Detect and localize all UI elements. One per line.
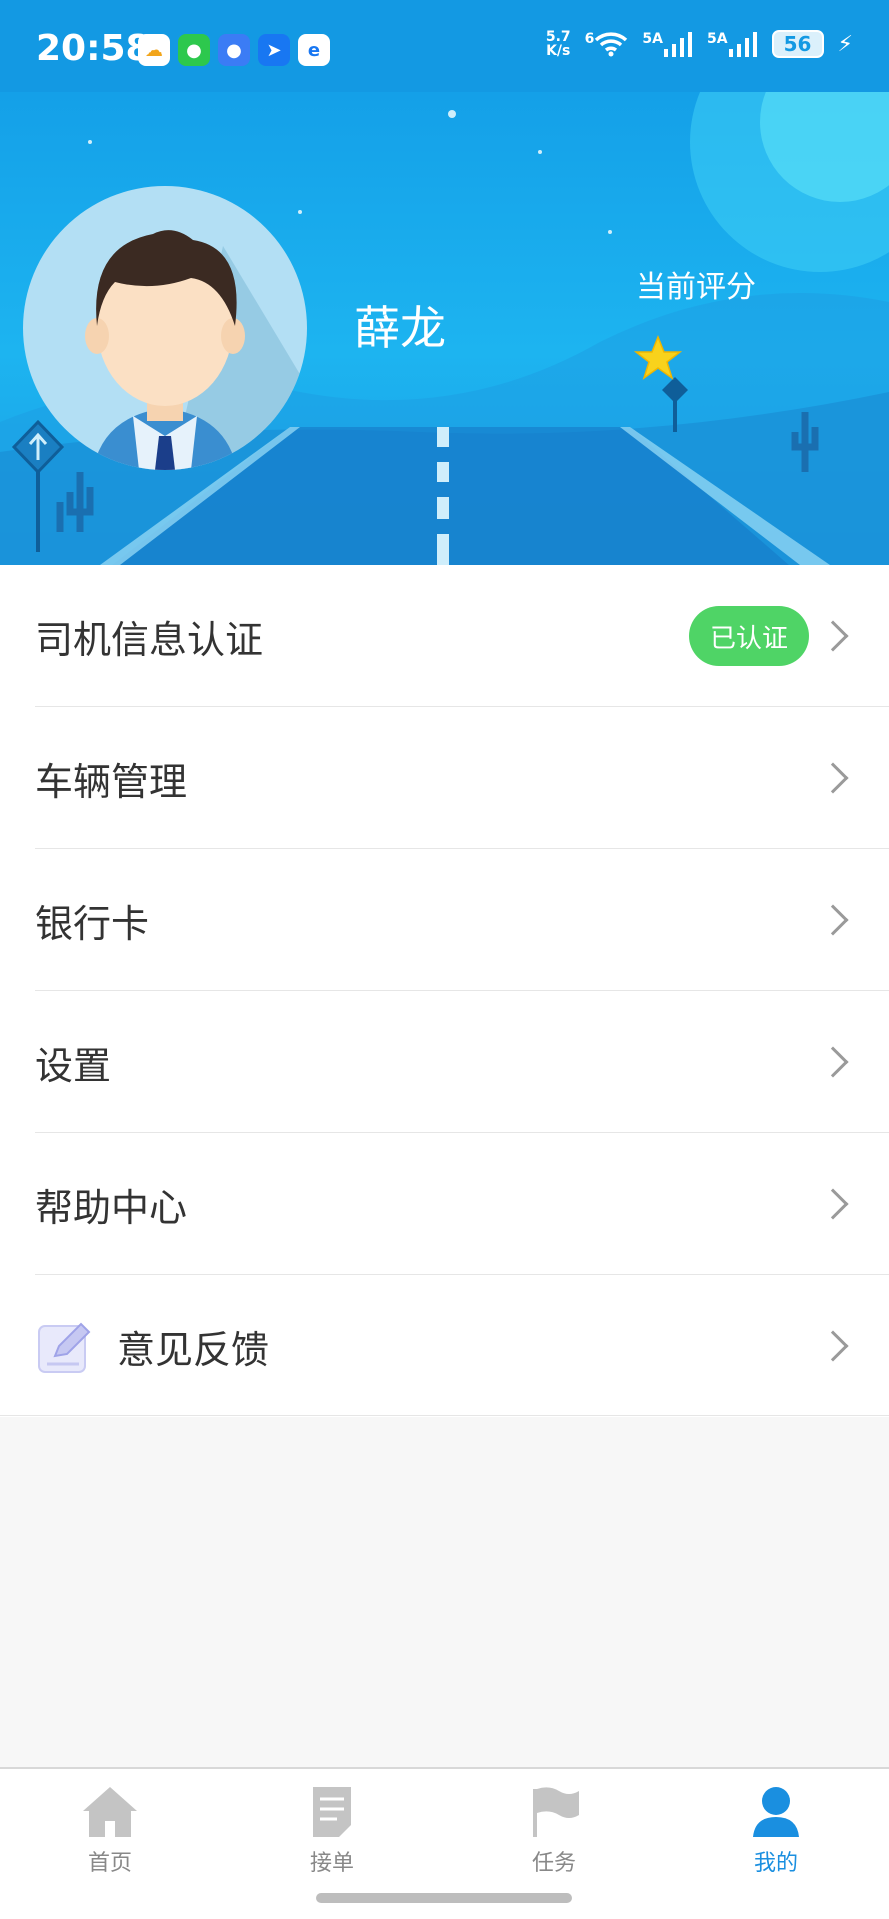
user-icon xyxy=(753,1787,799,1837)
signal-icon: 5A xyxy=(707,31,758,57)
chevron-right-icon xyxy=(817,1046,849,1078)
menu-item-help-center[interactable]: 帮助中心 xyxy=(0,1133,889,1275)
tab-label: 我的 xyxy=(753,1851,798,1876)
wifi-icon: 6 xyxy=(585,31,629,57)
edit-icon xyxy=(38,1322,91,1373)
flag-icon xyxy=(533,1787,579,1837)
profile-menu: 司机信息认证 已认证 车辆管理 银行卡 设置 帮助中心 意见反馈 xyxy=(0,565,889,1417)
net-speed: 5.7 K/s xyxy=(545,29,571,59)
navigation-app-icon: ➤ xyxy=(258,34,290,66)
menu-item-label: 意见反馈 xyxy=(117,1327,270,1372)
divider xyxy=(0,1415,889,1416)
tab-label: 首页 xyxy=(87,1851,132,1876)
document-icon xyxy=(313,1787,351,1837)
chevron-right-icon xyxy=(817,1330,849,1362)
browser-app-icon: e xyxy=(298,34,330,66)
menu-item-label: 车辆管理 xyxy=(35,759,188,804)
tab-label: 任务 xyxy=(531,1851,576,1876)
status-bar: 20:58 ☁ ● ● ➤ e 5.7 K/s 6 5A 5A 56 ⚡ xyxy=(0,0,889,92)
menu-item-label: 帮助中心 xyxy=(35,1185,188,1230)
home-indicator[interactable] xyxy=(316,1893,572,1903)
wechat-icon: ● xyxy=(178,34,210,66)
chevron-right-icon xyxy=(817,620,849,652)
rating-label: 当前评分 xyxy=(636,270,756,305)
cloud-app-icon: ☁ xyxy=(138,34,170,66)
home-icon xyxy=(83,1787,137,1837)
chevron-right-icon xyxy=(817,762,849,794)
status-time: 20:58 xyxy=(36,28,151,69)
menu-item-driver-verification[interactable]: 司机信息认证 已认证 xyxy=(0,565,889,707)
menu-item-label: 司机信息认证 xyxy=(35,617,264,662)
tab-tasks[interactable]: 任务 xyxy=(494,1785,614,1885)
message-icon: ● xyxy=(218,34,250,66)
profile-header: 薛龙 当前评分 xyxy=(0,92,889,565)
battery-indicator: 56 xyxy=(771,30,824,58)
charging-icon: ⚡ xyxy=(837,31,853,57)
menu-item-vehicle-management[interactable]: 车辆管理 xyxy=(0,707,889,849)
tab-home[interactable]: 首页 xyxy=(50,1785,170,1885)
star-icon xyxy=(634,334,682,380)
signal-icon: 5A xyxy=(642,31,693,57)
avatar[interactable] xyxy=(23,186,307,470)
menu-item-label: 银行卡 xyxy=(35,901,150,946)
verified-badge: 已认证 xyxy=(689,606,809,666)
menu-item-settings[interactable]: 设置 xyxy=(0,991,889,1133)
menu-item-label: 设置 xyxy=(35,1043,112,1088)
tab-mine[interactable]: 我的 xyxy=(716,1785,836,1885)
tab-label: 接单 xyxy=(309,1851,354,1876)
driver-avatar-illustration xyxy=(85,230,307,470)
tab-orders[interactable]: 接单 xyxy=(272,1785,392,1885)
menu-item-bank-card[interactable]: 银行卡 xyxy=(0,849,889,991)
menu-item-feedback[interactable]: 意见反馈 xyxy=(0,1275,889,1417)
chevron-right-icon xyxy=(817,904,849,936)
driver-name: 薛龙 xyxy=(354,301,446,355)
chevron-right-icon xyxy=(817,1188,849,1220)
status-indicators: 5.7 K/s 6 5A 5A 56 ⚡ xyxy=(546,30,853,58)
